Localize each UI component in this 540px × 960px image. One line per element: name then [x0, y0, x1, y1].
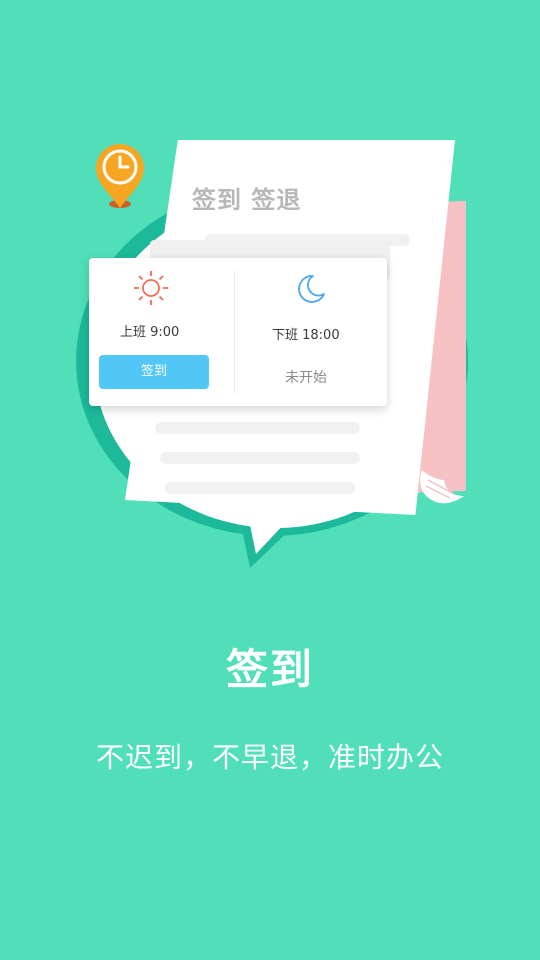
illustration: 签到 签退 上班 9:00 下班 18:00 签到 未开始: [0, 0, 540, 600]
location-pin-icon: [96, 144, 144, 208]
start-time-label: 上班 9:00: [120, 325, 180, 340]
paper-curl: [420, 470, 464, 504]
page-title: 签到: [225, 645, 314, 694]
document-heading: 签到 签退: [192, 186, 302, 214]
checkin-button: 签到: [99, 355, 209, 389]
placeholder-line: [155, 422, 360, 434]
placeholder-line: [165, 482, 355, 494]
placeholder-line: [160, 452, 360, 464]
end-time-label: 下班 18:00: [272, 328, 340, 343]
page-subtitle: 不迟到，不早退，准时办公: [95, 741, 444, 774]
moon-icon: [298, 275, 325, 303]
card-divider: [234, 270, 235, 394]
attendance-card: 上班 9:00 下班 18:00 签到 未开始: [89, 258, 387, 406]
end-status-label: 未开始: [285, 370, 327, 386]
sun-icon: [134, 271, 168, 305]
